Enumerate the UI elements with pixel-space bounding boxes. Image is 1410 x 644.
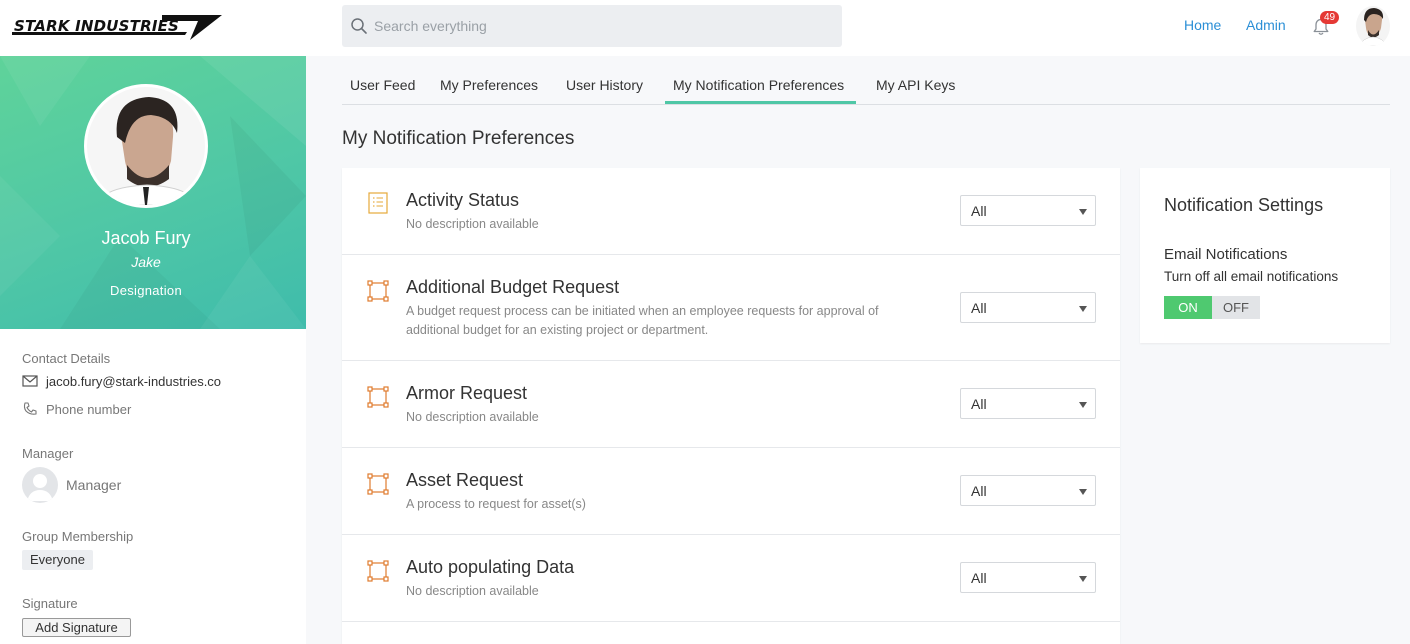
page-title: My Notification Preferences	[342, 128, 575, 149]
stark-industries-logo[interactable]: STARK INDUSTRIES	[12, 12, 224, 42]
manager-name[interactable]: Manager	[66, 477, 121, 493]
search-icon	[351, 18, 367, 34]
phone-row[interactable]: Phone number	[22, 401, 131, 417]
profile-banner: Jacob Fury Jake Designation	[0, 56, 306, 329]
profile-photo-icon	[87, 87, 205, 205]
email-notifications-toggle[interactable]: ON OFF	[1164, 296, 1260, 319]
profile-designation: Designation	[110, 283, 182, 298]
contact-details-label: Contact Details	[22, 351, 111, 366]
toggle-off-button[interactable]: OFF	[1212, 296, 1260, 319]
nav-home-link[interactable]: Home	[1184, 17, 1221, 33]
email-row[interactable]: jacob.fury@stark-industries.co	[22, 373, 221, 389]
group-chip: Everyone	[22, 550, 93, 570]
settings-title: Notification Settings	[1164, 195, 1324, 215]
caret-down-icon	[1079, 576, 1087, 582]
tab-my-notification-preferences[interactable]: My Notification Preferences	[673, 77, 844, 93]
caret-down-icon	[1079, 306, 1087, 312]
list-item: Additional Budget Request A budget reque…	[342, 255, 1120, 361]
caret-down-icon	[1079, 209, 1087, 215]
select-value: All	[971, 483, 987, 499]
email-notifications-label: Email Notifications	[1164, 246, 1288, 263]
item-title: Asset Request	[406, 470, 524, 490]
search-bar[interactable]	[342, 5, 842, 47]
item-description: No description available	[406, 410, 539, 424]
person-placeholder-icon	[27, 474, 53, 501]
tab-my-api-keys[interactable]: My API Keys	[876, 77, 955, 93]
item-description: A process to request for asset(s)	[406, 497, 586, 511]
process-icon	[367, 473, 389, 495]
envelope-icon	[22, 375, 38, 387]
manager-label: Manager	[22, 446, 74, 461]
process-icon	[367, 280, 389, 302]
profile-name: Jacob Fury	[101, 228, 191, 248]
signature-label: Signature	[22, 596, 78, 611]
search-input[interactable]	[374, 5, 834, 47]
notification-settings-card: Notification Settings Email Notification…	[1140, 168, 1390, 343]
logo-text: STARK INDUSTRIES	[14, 17, 180, 35]
select-value: All	[971, 396, 987, 412]
tab-user-feed[interactable]: User Feed	[350, 77, 415, 93]
tab-my-preferences[interactable]: My Preferences	[440, 77, 538, 93]
caret-down-icon	[1079, 489, 1087, 495]
avatar-photo-icon	[1356, 6, 1390, 46]
email-value: jacob.fury@stark-industries.co	[46, 373, 222, 389]
manager-avatar[interactable]	[22, 467, 58, 503]
item-description: A budget request process can be initiate…	[406, 304, 879, 337]
phone-icon	[23, 402, 37, 415]
preference-select[interactable]: All	[960, 562, 1096, 593]
user-avatar[interactable]	[1356, 6, 1390, 46]
top-bar: STARK INDUSTRIES Home Admin 49	[0, 0, 1410, 56]
item-title: Additional Budget Request	[406, 277, 620, 297]
process-icon	[367, 560, 389, 582]
preference-select[interactable]: All	[960, 475, 1096, 506]
list-item: Activity Status No description available…	[342, 168, 1120, 255]
select-value: All	[971, 570, 987, 586]
toggle-on-button[interactable]: ON	[1164, 296, 1212, 319]
item-description: No description available	[406, 584, 539, 598]
active-tab-indicator	[665, 101, 856, 104]
process-icon	[367, 386, 389, 408]
preference-select[interactable]: All	[960, 388, 1096, 419]
preference-select[interactable]: All	[960, 195, 1096, 226]
item-title: Activity Status	[406, 190, 520, 210]
checklist-icon	[368, 192, 388, 214]
notification-preferences-list: Activity Status No description available…	[342, 168, 1120, 644]
preference-select[interactable]: All	[960, 292, 1096, 323]
item-title: Armor Request	[406, 383, 528, 403]
item-title: Auto populating Data	[406, 557, 575, 577]
phone-placeholder: Phone number	[46, 401, 132, 417]
select-value: All	[971, 300, 987, 316]
profile-tabs: User Feed My Preferences User History My…	[342, 56, 1390, 105]
list-item: Auto populating Data No description avai…	[342, 535, 1120, 622]
add-signature-button[interactable]: Add Signature	[22, 618, 131, 637]
profile-photo[interactable]	[84, 84, 208, 208]
notification-count-badge: 49	[1320, 11, 1340, 24]
email-notifications-description: Turn off all email notifications	[1164, 269, 1339, 284]
profile-nickname: Jake	[131, 254, 161, 270]
group-membership-label: Group Membership	[22, 529, 134, 544]
nav-admin-link[interactable]: Admin	[1246, 17, 1286, 33]
list-item: Asset Request A process to request for a…	[342, 448, 1120, 535]
list-item: Armor Request No description available A…	[342, 361, 1120, 448]
tab-user-history[interactable]: User History	[566, 77, 643, 93]
caret-down-icon	[1079, 402, 1087, 408]
select-value: All	[971, 203, 987, 219]
item-description: No description available	[406, 217, 539, 231]
